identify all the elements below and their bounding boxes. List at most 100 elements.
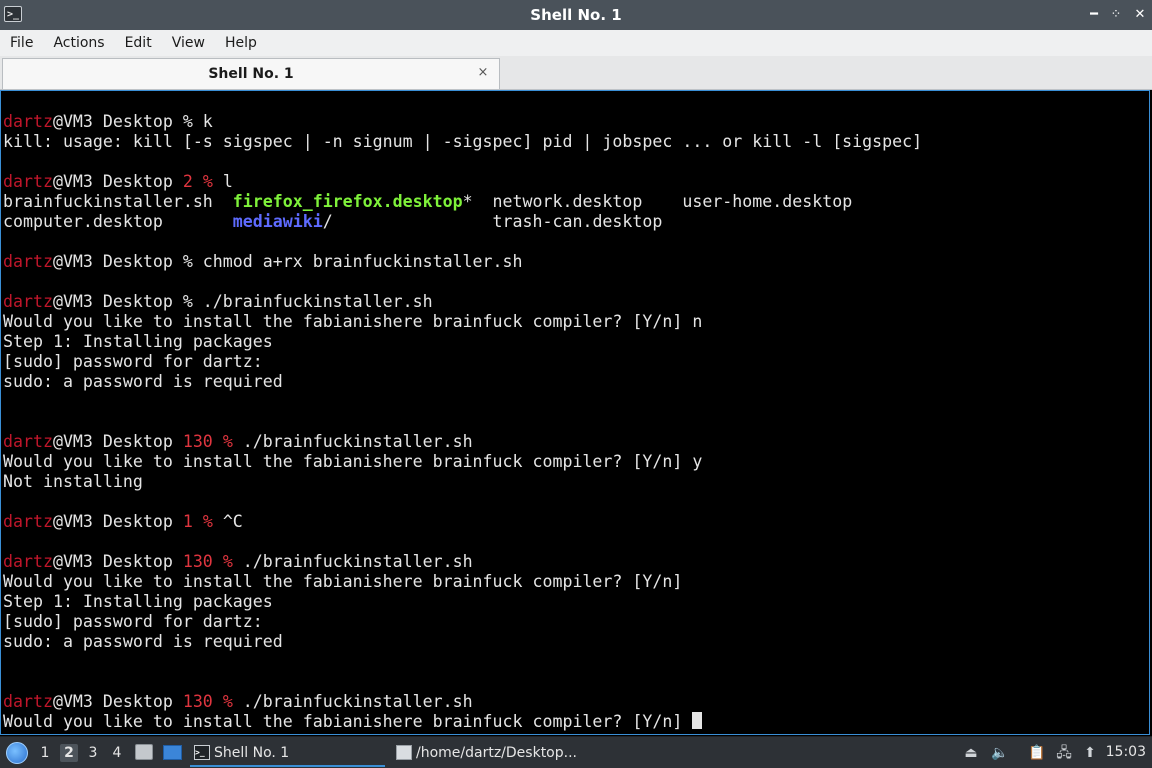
menu-view[interactable]: View [162,30,215,56]
task-shell-label: Shell No. 1 [214,745,290,761]
terminal-text: @VM3 Desktop % ./brainfuckinstaller.sh [52,292,433,311]
menu-help[interactable]: Help [215,30,267,56]
terminal-text: dartz [3,432,53,451]
workspace-4[interactable]: 4 [108,744,126,762]
maximize-icon[interactable]: ⁘ [1106,5,1126,25]
terminal-text: dartz [3,692,53,711]
eject-icon[interactable]: ⏏ [962,744,980,762]
terminal-line: dartz@VM3 Desktop 2 % l [3,172,922,192]
terminal-text: 1 [182,512,193,531]
terminal-text: @VM3 Desktop [52,512,183,531]
tab-close-icon[interactable]: × [475,65,491,81]
menu-edit[interactable]: Edit [115,30,162,56]
terminal-line: Would you like to install the fabianishe… [3,572,922,592]
lxqt-start-icon[interactable] [6,742,28,764]
terminal-line: Would you like to install the fabianishe… [3,452,922,472]
terminal-line: Step 1: Installing packages [3,332,922,352]
terminal-text: Not installing [3,472,143,491]
workspace-1[interactable]: 1 [36,744,54,762]
terminal-text: [sudo] password for dartz: [3,612,263,631]
terminal-text: @VM3 Desktop [52,172,183,191]
network-icon[interactable]: 🖧 [1055,744,1073,762]
terminal-text: @VM3 Desktop [52,692,183,711]
terminal-text: Step 1: Installing packages [3,332,273,351]
terminal-text: @VM3 Desktop % k [52,112,213,131]
show-desktop-icon[interactable] [163,745,182,760]
terminal-line: kill: usage: kill [-s sigspec | -n signu… [3,132,922,152]
terminal-line: computer.desktop mediawiki/ trash-can.de… [3,212,922,232]
terminal-text: dartz [3,172,53,191]
terminal-text: mediawiki [232,212,323,231]
terminal-text: dartz [3,552,53,571]
terminal-line: sudo: a password is required [3,372,922,392]
terminal-text: / trash-can.desktop [322,212,663,231]
terminal-text: * network.desktop user-home.desktop [462,192,853,211]
terminal-line: dartz@VM3 Desktop 130 % ./brainfuckinsta… [3,552,922,572]
text-editor-icon [396,745,412,760]
terminal-output[interactable]: dartz@VM3 Desktop % k kill: usage: kill [… [0,90,1150,735]
minimize-icon[interactable]: ━ [1084,5,1104,25]
terminal-text: kill: usage: kill [-s sigspec | -n signu… [3,132,923,151]
terminal-text: brainfuckinstaller.sh [3,192,233,211]
terminal-line: Not installing [3,472,922,492]
terminal-text: dartz [3,252,53,271]
terminal-text: [sudo] password for dartz: [3,352,263,371]
terminal-line: dartz@VM3 Desktop 130 % ./brainfuckinsta… [3,432,922,452]
terminal-text: ./brainfuckinstaller.sh [232,432,473,451]
terminal-icon: >_ [194,745,210,760]
update-icon[interactable]: ⬆ [1081,744,1099,762]
terminal-line: sudo: a password is required [3,632,922,652]
terminal-lines: dartz@VM3 Desktop % k kill: usage: kill [… [3,112,922,732]
terminal-line: [sudo] password for dartz: [3,352,922,372]
terminal-text: sudo: a password is required [3,632,283,651]
terminal-line: brainfuckinstaller.sh firefox_firefox.de… [3,192,922,212]
terminal-text: @VM3 Desktop % chmod a+rx brainfuckinsta… [52,252,523,271]
close-icon[interactable]: ✕ [1130,5,1150,25]
menu-file[interactable]: File [0,30,43,56]
terminal-text: Would you like to install the fabianishe… [3,712,693,731]
terminal-text: dartz [3,292,53,311]
terminal-text: 2 [182,172,193,191]
task-editor-label: /home/dartz/Desktop... [416,745,577,761]
tab-bar: Shell No. 1 × [0,56,1152,90]
terminal-text: 130 [182,692,213,711]
workspace-3[interactable]: 3 [84,744,102,762]
terminal-text: @VM3 Desktop [52,552,183,571]
terminal-text: dartz [3,512,53,531]
terminal-text: ^C [212,512,243,531]
window-titlebar[interactable]: >_ Shell No. 1 ━ ⁘ ✕ [0,0,1152,30]
terminal-text: firefox_firefox.desktop [232,192,463,211]
terminal-text: dartz [3,112,53,131]
terminal-line: Step 1: Installing packages [3,592,922,612]
taskbar: 1 2 3 4 >_ Shell No. 1 /home/dartz/Deskt… [0,736,1152,768]
workspace-2[interactable]: 2 [60,744,78,762]
window-title: Shell No. 1 [530,6,622,24]
terminal-text: @VM3 Desktop [52,432,183,451]
terminal-text: sudo: a password is required [3,372,283,391]
terminal-text: l [212,172,233,191]
menu-actions[interactable]: Actions [43,30,114,56]
terminal-text: Would you like to install the fabianishe… [3,312,703,331]
task-editor[interactable]: /home/dartz/Desktop... [392,739,592,767]
tab-label: Shell No. 1 [208,66,294,82]
volume-icon[interactable]: 🔈 [991,744,1009,762]
terminal-text: ./brainfuckinstaller.sh [232,692,473,711]
tab-shell-1[interactable]: Shell No. 1 × [2,58,500,89]
task-shell[interactable]: >_ Shell No. 1 [190,739,385,767]
terminal-text: % [222,552,233,571]
clipboard-icon[interactable]: 📋 [1028,744,1046,762]
terminal-line: dartz@VM3 Desktop % k [3,112,922,132]
file-manager-icon[interactable] [135,744,153,760]
terminal-line: dartz@VM3 Desktop 130 % ./brainfuckinsta… [3,692,922,712]
terminal-text: % [222,692,233,711]
terminal-text: Step 1: Installing packages [3,592,273,611]
clock[interactable]: 15:03 [1106,737,1146,768]
